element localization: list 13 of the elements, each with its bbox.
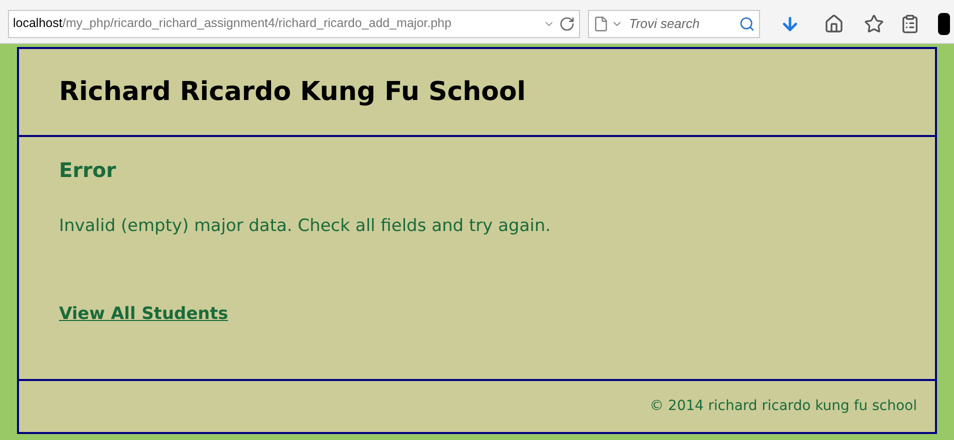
- url-field[interactable]: localhost/my_php/ricardo_richard_assignment4/richard_ricardo_add_major.php: [8, 10, 580, 38]
- reload-icon[interactable]: [559, 16, 575, 32]
- search-icon[interactable]: [739, 16, 755, 32]
- error-heading: Error: [59, 157, 117, 184]
- url-text: localhost/my_php/ricardo_richard_assignment4/richard_ricardo_add_major.php: [13, 15, 452, 32]
- page-icon: [593, 16, 609, 32]
- copyright-text: © 2014 richard ricardo kung fu school: [650, 397, 917, 416]
- star-icon[interactable]: [864, 14, 884, 34]
- view-students-link[interactable]: View All Students: [59, 302, 228, 327]
- home-icon[interactable]: [824, 14, 844, 34]
- error-message: Invalid (empty) major data. Check all fields and try again.: [59, 215, 552, 238]
- site-title: Richard Ricardo Kung Fu School: [59, 76, 526, 108]
- search-field[interactable]: Trovi search: [588, 10, 760, 38]
